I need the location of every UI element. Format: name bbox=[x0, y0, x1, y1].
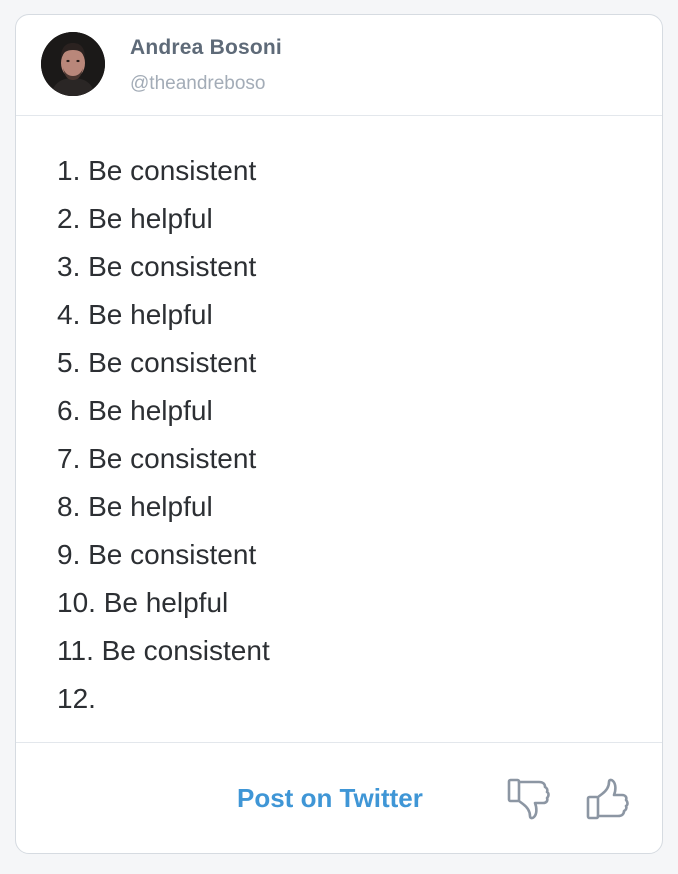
post-line: 5. Be consistent bbox=[57, 347, 257, 378]
thumbs-up-icon bbox=[586, 778, 629, 820]
post-line: 10. Be helpful bbox=[57, 587, 229, 618]
thumbs-up-button[interactable] bbox=[585, 776, 631, 822]
post-line: 3. Be consistent bbox=[57, 251, 257, 282]
avatar[interactable] bbox=[41, 32, 105, 96]
post-line: 11. Be consistent bbox=[57, 635, 270, 666]
card-footer: Post on Twitter bbox=[16, 742, 662, 853]
post-line: 9. Be consistent bbox=[57, 539, 257, 570]
post-line: 12. bbox=[57, 683, 96, 714]
thumbs-down-button[interactable] bbox=[506, 776, 552, 822]
post-line: 6. Be helpful bbox=[57, 395, 213, 426]
author-name[interactable]: Andrea Bosoni bbox=[130, 36, 282, 60]
post-on-twitter-link[interactable]: Post on Twitter bbox=[237, 783, 423, 814]
post-body: 1. Be consistent 2. Be helpful 3. Be con… bbox=[16, 116, 662, 742]
post-line: 1. Be consistent bbox=[57, 155, 257, 186]
tweet-card: Andrea Bosoni @theandreboso 1. Be consis… bbox=[15, 14, 663, 854]
post-line: 8. Be helpful bbox=[57, 491, 213, 522]
post-line: 2. Be helpful bbox=[57, 203, 213, 234]
post-line: 7. Be consistent bbox=[57, 443, 257, 474]
post-line: 4. Be helpful bbox=[57, 299, 213, 330]
card-header: Andrea Bosoni @theandreboso bbox=[16, 15, 662, 116]
thumbs-down-icon bbox=[507, 778, 550, 820]
avatar-photo-icon bbox=[41, 32, 105, 96]
author-handle[interactable]: @theandreboso bbox=[130, 73, 266, 95]
